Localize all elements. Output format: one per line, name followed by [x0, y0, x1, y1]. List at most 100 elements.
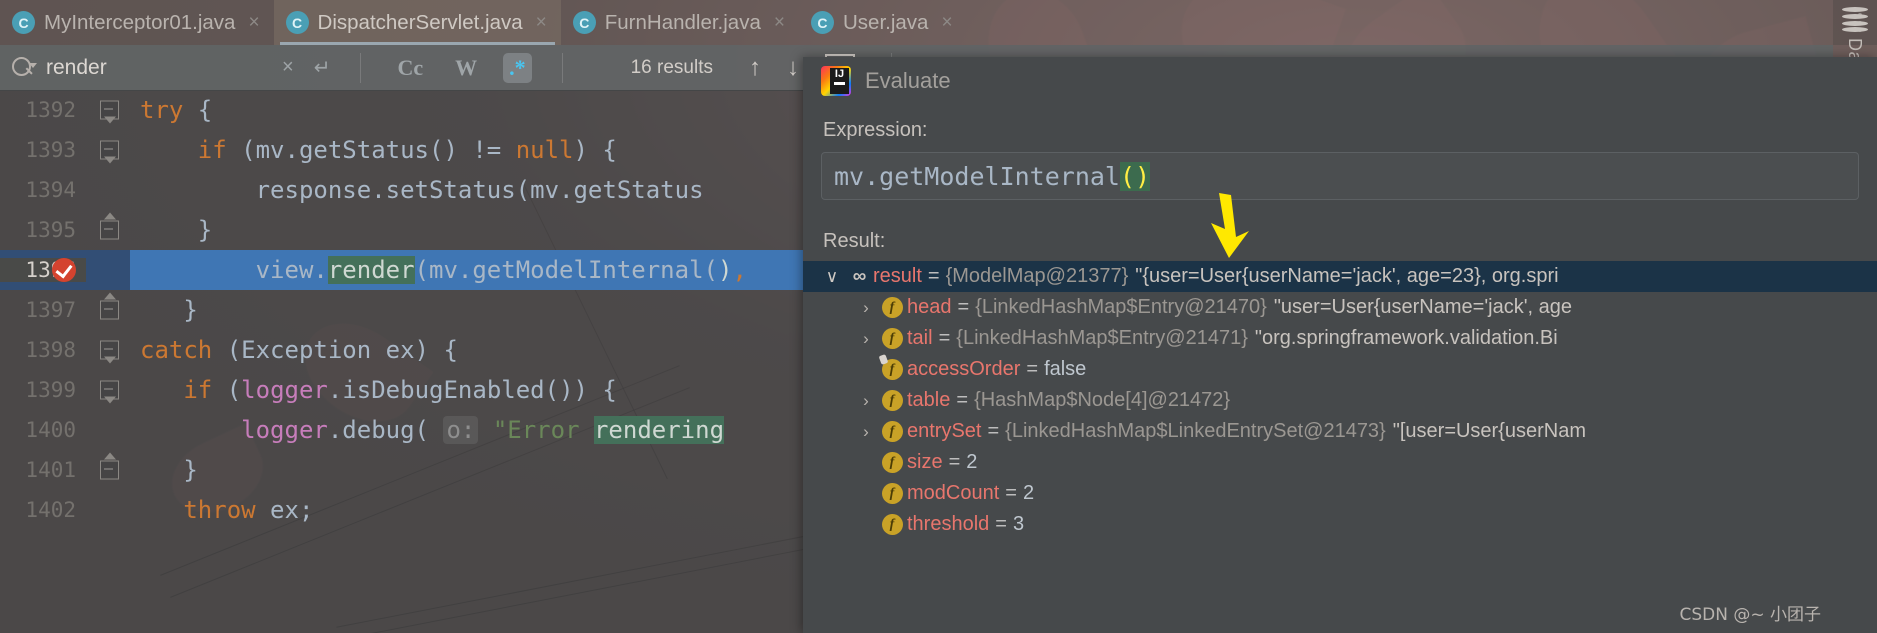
class-icon: C [810, 11, 834, 34]
field-icon: f [877, 452, 907, 473]
editor-tab-1[interactable]: C DispatcherServlet.java × [273, 0, 561, 45]
chevron-down-icon[interactable]: ∨ [821, 267, 843, 287]
evaluate-dialog[interactable]: IJ Evaluate Expression: mv.getModelInter… [803, 57, 1877, 633]
database-icon[interactable] [1842, 7, 1868, 33]
line-number: 1400 [25, 418, 76, 442]
line-number: 1394 [25, 178, 76, 202]
matched-parens: () [1119, 161, 1151, 191]
search-input[interactable] [44, 54, 263, 81]
clear-icon[interactable]: × [282, 56, 294, 79]
code-text: try { [140, 96, 213, 124]
variable-name: table [907, 389, 951, 411]
variable-name: modCount [907, 482, 1000, 504]
search-icon[interactable] [12, 56, 37, 79]
chevron-right-icon[interactable]: › [855, 329, 877, 349]
search-results-count: 16 results [630, 56, 713, 78]
code-text: } [140, 296, 198, 324]
variable-name: head [907, 296, 952, 318]
tree-row-table[interactable]: › f table = {HashMap$Node[4]@21472} [803, 385, 1877, 416]
editor-tab-bar: C MyInterceptor01.java × C DispatcherSer… [0, 0, 1877, 45]
tree-row-entrySet[interactable]: › f entrySet = {LinkedHashMap$LinkedEntr… [803, 416, 1877, 447]
field-icon: f [877, 483, 907, 504]
variable-name: accessOrder [907, 358, 1021, 380]
editor-tab-3[interactable]: C User.java × [799, 0, 967, 45]
close-icon[interactable]: × [774, 12, 785, 34]
close-icon[interactable]: × [536, 12, 547, 34]
variable-name: threshold [907, 513, 990, 535]
editor-tab-label: FurnHandler.java [604, 10, 761, 34]
variable-value: "user=User{userName='jack', age [1273, 296, 1573, 318]
regex-toggle[interactable]: .* [503, 52, 532, 83]
class-icon: C [572, 11, 596, 34]
tree-row-size[interactable]: f size = 2 [803, 447, 1877, 478]
line-number: 1392 [25, 98, 76, 122]
toggle-replace-icon[interactable]: ↵ [314, 55, 331, 80]
editor-tab-label: MyInterceptor01.java [44, 10, 236, 34]
equals-sign: = [1026, 358, 1039, 380]
line-number: 1402 [25, 498, 76, 522]
string-literal: "Error [492, 416, 594, 444]
editor-tab-0[interactable]: C MyInterceptor01.java × [0, 0, 274, 45]
equals-sign: = [1005, 482, 1017, 504]
field-icon: f [877, 421, 907, 442]
variable-type: {LinkedHashMap$LinkedEntrySet@21473} [1005, 420, 1386, 442]
divider [561, 52, 563, 83]
variable-type: {LinkedHashMap$Entry@21471} [956, 327, 1248, 349]
divider [360, 52, 362, 83]
editor-tab-2[interactable]: C FurnHandler.java × [561, 0, 799, 45]
dialog-title: Evaluate [865, 68, 951, 93]
code-text: } [140, 456, 198, 484]
close-icon[interactable]: × [248, 12, 259, 34]
tree-row-threshold[interactable]: f threshold = 3 [803, 509, 1877, 540]
result-label: Result: [823, 230, 886, 252]
code-text: throw ex; [183, 496, 314, 524]
close-icon[interactable]: × [941, 12, 952, 34]
breakpoint-icon[interactable] [52, 258, 76, 282]
reference-icon: ∞ [852, 265, 866, 287]
variable-type: {ModelMap@21377} [945, 265, 1129, 287]
equals-sign: = [987, 420, 1000, 442]
tree-row-accessOrder[interactable]: f accessOrder = false [803, 354, 1877, 385]
expression-text: mv.getModelInternal [834, 161, 1120, 191]
line-number: 1399 [25, 378, 76, 402]
line-number: 1401 [25, 458, 76, 482]
expression-label: Expression: [823, 119, 928, 141]
code-text: response.setStatus(mv.getStatus [140, 176, 704, 204]
expression-input[interactable]: mv.getModelInternal() [821, 152, 1859, 200]
tree-row-head[interactable]: › f head = {LinkedHashMap$Entry@21470} "… [803, 292, 1877, 323]
field-icon: f [877, 514, 907, 535]
variable-type: {LinkedHashMap$Entry@21470} [975, 296, 1267, 318]
chevron-right-icon[interactable]: › [855, 298, 877, 318]
words-toggle[interactable]: W [449, 53, 483, 83]
equals-sign: = [948, 451, 961, 473]
variable-type: {HashMap$Node[4]@21472} [974, 389, 1231, 411]
find-field-wrapper [0, 54, 282, 81]
tree-row-tail[interactable]: › f tail = {LinkedHashMap$Entry@21471} "… [803, 323, 1877, 354]
dialog-title-bar: IJ Evaluate [803, 57, 1877, 105]
field-icon: f [877, 328, 907, 349]
code-text: if (logger.isDebugEnabled()) { [183, 376, 617, 404]
equals-sign: = [957, 296, 970, 318]
match-case-toggle[interactable]: Cc [391, 53, 429, 83]
result-tree[interactable]: ∨ ∞ result = {ModelMap@21377} "{user=Use… [803, 261, 1877, 540]
tree-row-result[interactable]: ∨ ∞ result = {ModelMap@21377} "{user=Use… [803, 261, 1877, 292]
class-icon: C [285, 11, 309, 34]
chevron-right-icon[interactable]: › [855, 391, 877, 411]
variable-value: "org.springframework.validation.Bi [1254, 327, 1558, 349]
find-previous-icon[interactable]: ↑ [749, 54, 761, 82]
chevron-right-icon[interactable]: › [855, 422, 877, 442]
code-text: logger.debug( o: "Error rendering [241, 416, 725, 444]
code-text: if (mv.getStatus() != null) { [197, 136, 617, 164]
variable-name: tail [907, 327, 933, 349]
field-icon: f [877, 390, 907, 411]
find-options: × ↵ Cc W .* [282, 52, 573, 83]
variable-value: 2 [1022, 482, 1035, 504]
tree-row-modCount[interactable]: f modCount = 2 [803, 478, 1877, 509]
field-final-icon: f [877, 359, 907, 380]
search-match: rendering [593, 416, 725, 444]
variable-name: result [873, 265, 922, 287]
variable-value: 2 [966, 451, 978, 473]
variable-value: 3 [1012, 513, 1025, 535]
find-next-icon[interactable]: ↓ [787, 54, 799, 82]
code-text: } [140, 216, 213, 244]
